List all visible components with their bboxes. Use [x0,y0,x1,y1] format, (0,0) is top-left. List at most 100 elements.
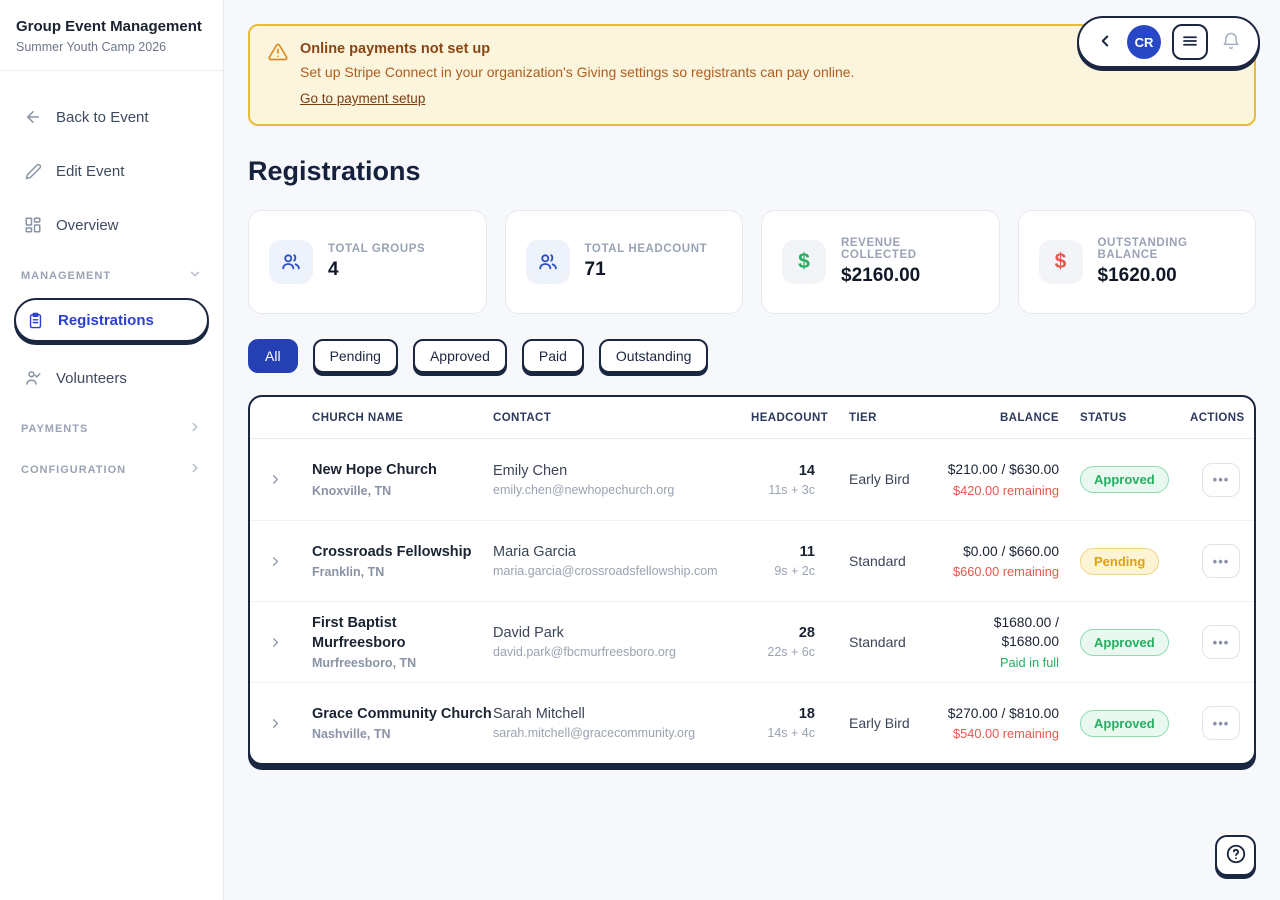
church-name: Crossroads Fellowship [312,543,493,563]
stat-label: OUTSTANDING BALANCE [1098,237,1236,261]
sidebar-item-volunteers[interactable]: Volunteers [14,358,209,398]
stat-value: $2160.00 [841,265,979,287]
headcount-value: 11 [751,544,815,560]
table-row: Grace Community Church Nashville, TN Sar… [250,682,1254,763]
col-balance: BALANCE [947,412,1059,424]
expand-row-button[interactable] [268,472,312,487]
filter-all[interactable]: All [248,339,298,373]
status-badge: Approved [1080,710,1169,737]
headcount-value: 18 [751,706,815,722]
headcount-detail: 22s + 6c [751,645,815,659]
col-contact: CONTACT [493,412,751,424]
expand-row-button[interactable] [268,716,312,731]
filter-pending[interactable]: Pending [313,339,398,373]
chevron-left-icon [1096,32,1114,53]
balance: $1680.00 / $1680.00 [947,614,1059,651]
stats-row: TOTAL GROUPS 4 TOTAL HEADCOUNT 71 $ REVE… [248,210,1256,314]
page-title: Registrations [248,156,1256,187]
tier: Early Bird [815,470,947,489]
expand-row-button[interactable] [268,554,312,569]
help-button[interactable] [1215,835,1256,876]
balance: $0.00 / $660.00 [947,543,1059,562]
bell-icon [1221,31,1241,54]
warning-triangle-icon [268,42,288,108]
chevron-right-icon [188,461,202,478]
people-icon [526,240,570,284]
balance-note: $420.00 remaining [947,483,1059,498]
contact-name: Maria Garcia [493,544,751,560]
menu-button[interactable] [1172,24,1208,60]
back-chevron-button[interactable] [1094,30,1116,55]
church-location: Murfreesboro, TN [312,656,493,670]
col-headcount: HEADCOUNT [751,412,815,424]
chevron-down-icon [188,267,202,284]
sidebar-item-edit-event[interactable]: Edit Event [14,151,209,191]
stat-label: TOTAL HEADCOUNT [585,243,708,255]
row-actions-button[interactable]: ••• [1202,463,1240,497]
sidebar-item-label: Overview [56,217,119,234]
sidebar-item-label: Volunteers [56,370,127,387]
sidebar-nav: Back to Event Edit Event Overview MANAGE… [0,71,223,486]
dollar-icon: $ [782,240,826,284]
row-actions-button[interactable]: ••• [1202,706,1240,740]
church-name: New Hope Church [312,461,493,481]
sidebar-section-configuration[interactable]: CONFIGURATION [14,453,209,486]
balance-note: $660.00 remaining [947,564,1059,579]
more-options-icon: ••• [1213,635,1230,650]
question-circle-icon [1225,843,1247,868]
status-badge: Approved [1080,466,1169,493]
app-title: Group Event Management [16,18,207,35]
headcount-detail: 9s + 2c [751,564,815,578]
church-name: First Baptist Murfreesboro [312,614,493,653]
more-options-icon: ••• [1213,716,1230,731]
section-label: MANAGEMENT [21,270,111,282]
church-location: Franklin, TN [312,565,493,579]
dashboard-grid-icon [23,215,43,235]
status-filters: All Pending Approved Paid Outstanding [248,339,1256,373]
expand-row-button[interactable] [268,635,312,650]
registrations-table: CHURCH NAME CONTACT HEADCOUNT TIER BALAN… [248,395,1256,765]
row-actions-button[interactable]: ••• [1202,544,1240,578]
table-row: New Hope Church Knoxville, TN Emily Chen… [250,439,1254,520]
balance: $210.00 / $630.00 [947,461,1059,480]
row-actions-button[interactable]: ••• [1202,625,1240,659]
church-name: Grace Community Church [312,705,493,725]
sidebar: Group Event Management Summer Youth Camp… [0,0,224,900]
tier: Early Bird [815,714,947,733]
filter-paid[interactable]: Paid [522,339,584,373]
col-tier: TIER [815,412,947,424]
filter-approved[interactable]: Approved [413,339,507,373]
headcount-detail: 14s + 4c [751,726,815,740]
banner-title: Online payments not set up [300,41,854,57]
col-actions: ACTIONS [1190,412,1240,424]
balance-note: Paid in full [947,655,1059,670]
sidebar-item-registrations[interactable]: Registrations [14,298,209,342]
filter-outstanding[interactable]: Outstanding [599,339,709,373]
sidebar-item-label: Edit Event [56,163,124,180]
sidebar-item-overview[interactable]: Overview [14,205,209,245]
table-row: Crossroads Fellowship Franklin, TN Maria… [250,520,1254,601]
person-check-icon [23,368,43,388]
more-options-icon: ••• [1213,554,1230,569]
payment-setup-link[interactable]: Go to payment setup [300,91,425,106]
avatar[interactable]: CR [1127,25,1161,59]
stat-value: 4 [328,259,425,281]
contact-email: maria.garcia@crossroadsfellowship.com [493,564,751,578]
contact-name: Emily Chen [493,463,751,479]
church-location: Nashville, TN [312,727,493,741]
tier: Standard [815,552,947,571]
sidebar-section-payments[interactable]: PAYMENTS [14,412,209,445]
sidebar-section-management[interactable]: MANAGEMENT [14,259,209,292]
people-icon [269,240,313,284]
headcount-value: 14 [751,463,815,479]
sidebar-item-label: Registrations [58,312,154,329]
stat-value: $1620.00 [1098,265,1236,287]
stat-card-revenue-collected: $ REVENUE COLLECTED $2160.00 [761,210,1000,314]
status-badge: Pending [1080,548,1159,575]
tier: Standard [815,633,947,652]
table-row: First Baptist Murfreesboro Murfreesboro,… [250,601,1254,682]
notifications-button[interactable] [1219,29,1243,56]
sidebar-item-back-to-event[interactable]: Back to Event [14,97,209,137]
stat-card-outstanding-balance: $ OUTSTANDING BALANCE $1620.00 [1018,210,1257,314]
contact-email: emily.chen@newhopechurch.org [493,483,751,497]
